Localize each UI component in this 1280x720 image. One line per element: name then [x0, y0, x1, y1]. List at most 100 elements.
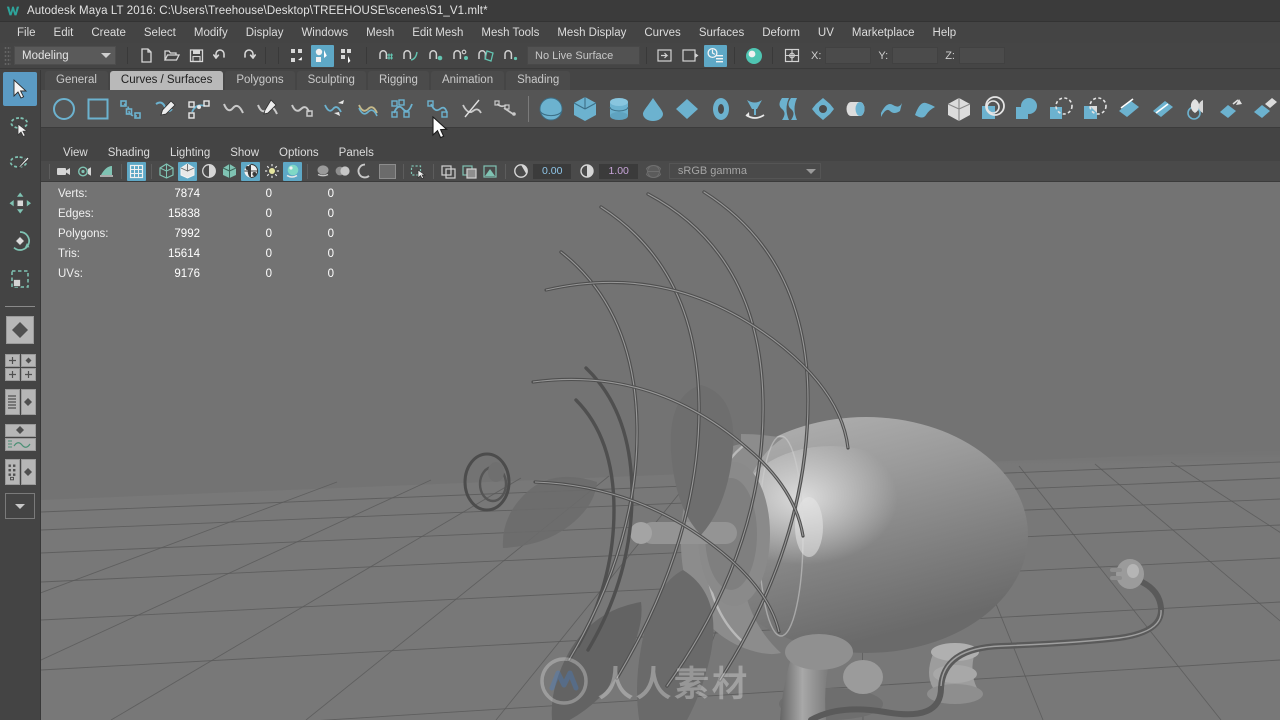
- screen-space-ao-icon[interactable]: [313, 162, 332, 181]
- use-default-material-icon[interactable]: [220, 162, 239, 181]
- vp-menu-show[interactable]: Show: [220, 146, 269, 160]
- snap-to-grid-icon[interactable]: [374, 45, 397, 67]
- menu-mesh-tools[interactable]: Mesh Tools: [472, 25, 548, 41]
- sidebar-layout-icon[interactable]: [780, 45, 803, 67]
- layout-quad-tr[interactable]: [20, 353, 36, 367]
- gamma-value[interactable]: 1.00: [599, 163, 638, 179]
- detach-surfaces-icon[interactable]: [1214, 93, 1248, 125]
- lasso-select-tool[interactable]: [3, 110, 37, 144]
- select-by-object-type-icon[interactable]: [311, 44, 334, 67]
- grid-toggle-icon[interactable]: [127, 161, 146, 181]
- shelf-tab-shading[interactable]: Shading: [506, 71, 571, 90]
- hypershade-persp-layout[interactable]: [3, 457, 37, 487]
- bezier-curve-tool-icon[interactable]: [183, 93, 217, 125]
- attach-curves-icon[interactable]: [319, 93, 353, 125]
- nurbs-torus-icon[interactable]: [704, 93, 738, 125]
- live-surface-field[interactable]: No Live Surface: [527, 46, 640, 65]
- layout-quad-bl[interactable]: [4, 367, 20, 381]
- gamma-icon[interactable]: [577, 162, 596, 181]
- layout-quad-br[interactable]: [20, 367, 36, 381]
- layout-quad-tl[interactable]: [4, 353, 20, 367]
- menu-deform[interactable]: Deform: [753, 25, 809, 41]
- nurbs-sphere-icon[interactable]: [534, 93, 568, 125]
- layout-persp-top[interactable]: [4, 423, 36, 437]
- layout-persp-pane-2[interactable]: [20, 459, 36, 485]
- menu-select[interactable]: Select: [135, 25, 185, 41]
- menu-uv[interactable]: UV: [809, 25, 843, 41]
- untrim-surfaces-icon[interactable]: [1146, 93, 1180, 125]
- cut-curve-icon[interactable]: [455, 93, 489, 125]
- make-live-icon[interactable]: [499, 45, 522, 67]
- xray-icon[interactable]: [376, 162, 398, 181]
- vp-menu-shading[interactable]: Shading: [98, 146, 160, 160]
- shadows-icon[interactable]: [283, 161, 302, 181]
- menuset-selector[interactable]: Modeling: [14, 46, 116, 65]
- menu-edit-mesh[interactable]: Edit Mesh: [403, 25, 472, 41]
- coord-z-field[interactable]: [958, 47, 1005, 64]
- revolve-icon[interactable]: [738, 93, 772, 125]
- layout-hypershade-pane[interactable]: [4, 459, 20, 485]
- offset-curve-icon[interactable]: [421, 93, 455, 125]
- nurbs-plane-icon[interactable]: [670, 93, 704, 125]
- vp-menu-view[interactable]: View: [53, 146, 98, 160]
- use-all-lights-icon[interactable]: [262, 162, 281, 181]
- menu-modify[interactable]: Modify: [185, 25, 237, 41]
- textured-icon[interactable]: [241, 161, 260, 181]
- multisample-aa-icon[interactable]: [355, 162, 374, 181]
- menu-edit[interactable]: Edit: [45, 25, 83, 41]
- ep-curve-tool-icon[interactable]: [115, 93, 149, 125]
- menu-display[interactable]: Display: [237, 25, 293, 41]
- vp-menu-lighting[interactable]: Lighting: [160, 146, 220, 160]
- wireframe-icon[interactable]: [157, 162, 176, 181]
- exposure-value[interactable]: 0.00: [533, 163, 572, 179]
- rebuild-curve-icon[interactable]: [387, 93, 421, 125]
- snap-to-view-plane-icon[interactable]: [474, 45, 497, 67]
- menu-file[interactable]: File: [8, 25, 45, 41]
- coord-y-field[interactable]: [892, 47, 939, 64]
- menu-curves[interactable]: Curves: [635, 25, 689, 41]
- move-tool[interactable]: [3, 186, 37, 220]
- curve-fillet-icon[interactable]: [489, 93, 523, 125]
- four-view-layout[interactable]: [3, 351, 37, 383]
- layout-outliner-pane[interactable]: [4, 389, 20, 415]
- select-by-component-type-icon[interactable]: [336, 45, 359, 67]
- hypershade-icon[interactable]: [742, 45, 765, 67]
- redo-icon[interactable]: [235, 45, 258, 67]
- menu-help[interactable]: Help: [924, 25, 966, 41]
- snap-to-point-icon[interactable]: [424, 45, 447, 67]
- color-space-selector[interactable]: sRGB gamma: [668, 163, 821, 179]
- render-settings-icon[interactable]: [704, 44, 727, 67]
- scale-tool[interactable]: [3, 262, 37, 296]
- smooth-shade-all-icon[interactable]: [178, 161, 197, 181]
- menu-mesh[interactable]: Mesh: [357, 25, 403, 41]
- shelf-tab-polygons[interactable]: Polygons: [225, 71, 295, 90]
- shade-and-wireframe-icon[interactable]: [199, 162, 218, 181]
- select-camera-icon[interactable]: [55, 162, 74, 181]
- loft-icon[interactable]: [772, 93, 806, 125]
- more-layouts[interactable]: [3, 491, 37, 521]
- curve-edit-tool-icon[interactable]: [285, 93, 319, 125]
- nurbs-circle-icon[interactable]: [47, 93, 81, 125]
- single-perspective-layout[interactable]: [3, 313, 37, 347]
- statusline-grip[interactable]: [4, 45, 11, 66]
- menu-surfaces[interactable]: Surfaces: [690, 25, 753, 41]
- new-scene-icon[interactable]: [135, 45, 158, 67]
- extrude-icon[interactable]: [840, 93, 874, 125]
- xray-active-components-icon[interactable]: [460, 162, 479, 181]
- project-curve-on-surface-icon[interactable]: [1078, 93, 1112, 125]
- nurbs-cube-icon[interactable]: [568, 93, 602, 125]
- square-surface-icon[interactable]: [942, 93, 976, 125]
- coord-x-field[interactable]: [825, 47, 872, 64]
- menu-create[interactable]: Create: [82, 25, 135, 41]
- intersect-surfaces-icon[interactable]: [1044, 93, 1078, 125]
- snap-to-projected-center-icon[interactable]: [449, 45, 472, 67]
- shelf-tab-sculpting[interactable]: Sculpting: [296, 71, 366, 90]
- vp-menu-panels[interactable]: Panels: [329, 146, 384, 160]
- align-surfaces-icon[interactable]: [1248, 93, 1280, 125]
- paint-select-tool[interactable]: [3, 148, 37, 182]
- menu-mesh-display[interactable]: Mesh Display: [548, 25, 635, 41]
- outliner-persp-layout[interactable]: [3, 387, 37, 417]
- open-render-view-icon[interactable]: [654, 45, 677, 67]
- save-scene-icon[interactable]: [185, 45, 208, 67]
- nurbs-square-icon[interactable]: [81, 93, 115, 125]
